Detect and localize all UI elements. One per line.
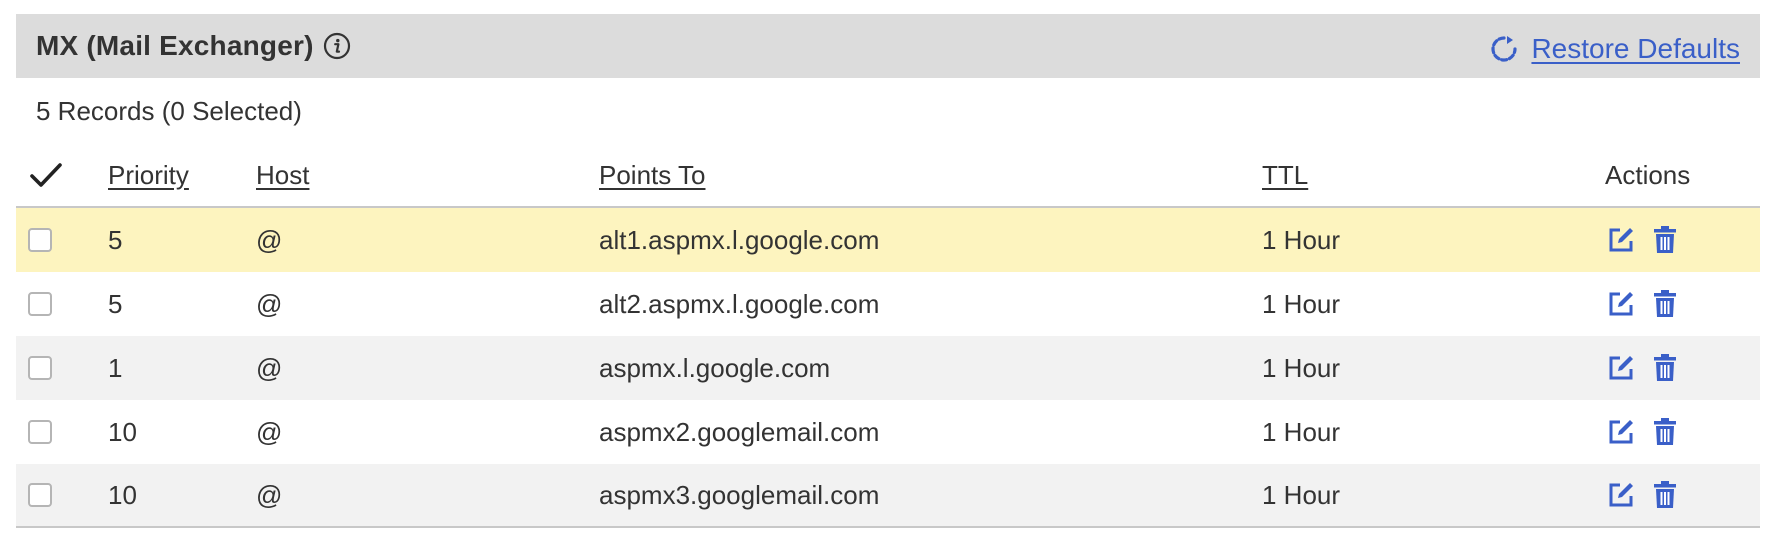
section-title-group: MX (Mail Exchanger)	[36, 30, 352, 62]
actions-cell	[1605, 288, 1760, 320]
points-to-cell: aspmx3.googlemail.com	[599, 479, 880, 510]
ttl-cell: 1 Hour	[1262, 288, 1341, 319]
column-header-priority[interactable]: Priority	[108, 160, 189, 190]
row-checkbox[interactable]	[28, 420, 52, 444]
mx-records-panel: MX (Mail Exchanger) Restore Defaults 5 R…	[16, 14, 1760, 528]
actions-cell	[1605, 416, 1760, 448]
edit-icon[interactable]	[1605, 416, 1637, 448]
select-all-cell	[16, 157, 108, 193]
column-header-points-to[interactable]: Points To	[599, 160, 705, 190]
row-checkbox[interactable]	[28, 483, 52, 507]
row-checkbox[interactable]	[28, 292, 52, 316]
restore-defaults-button[interactable]: Restore Defaults	[1489, 33, 1740, 65]
table-row: 5 @ alt2.aspmx.l.google.com 1 Hour	[16, 272, 1760, 336]
actions-cell	[1605, 224, 1760, 256]
points-to-cell: aspmx.l.google.com	[599, 352, 831, 383]
table-row: 10 @ aspmx3.googlemail.com 1 Hour	[16, 464, 1760, 528]
trash-icon[interactable]	[1649, 352, 1681, 384]
restore-defaults-link[interactable]: Restore Defaults	[1531, 33, 1740, 65]
column-header-host[interactable]: Host	[256, 160, 309, 190]
priority-cell: 1	[108, 352, 123, 383]
section-header: MX (Mail Exchanger) Restore Defaults	[16, 14, 1760, 78]
ttl-cell: 1 Hour	[1262, 479, 1341, 510]
edit-icon[interactable]	[1605, 479, 1637, 511]
points-to-cell: alt2.aspmx.l.google.com	[599, 288, 880, 319]
refresh-icon	[1489, 34, 1519, 64]
trash-icon[interactable]	[1649, 224, 1681, 256]
points-to-cell: alt1.aspmx.l.google.com	[599, 224, 880, 255]
info-icon[interactable]	[322, 31, 352, 61]
table-row: 10 @ aspmx2.googlemail.com 1 Hour	[16, 400, 1760, 464]
priority-cell: 5	[108, 288, 123, 319]
record-count: 5 Records (0 Selected)	[36, 95, 302, 126]
actions-cell	[1605, 352, 1760, 384]
points-to-cell: aspmx2.googlemail.com	[599, 416, 880, 447]
section-title: MX (Mail Exchanger)	[36, 30, 314, 61]
column-header-actions: Actions	[1605, 159, 1691, 190]
table-header: Priority Host Points To TTL Actions	[16, 144, 1760, 208]
host-cell: @	[256, 479, 283, 510]
ttl-cell: 1 Hour	[1262, 224, 1341, 255]
trash-icon[interactable]	[1649, 288, 1681, 320]
trash-icon[interactable]	[1649, 416, 1681, 448]
edit-icon[interactable]	[1605, 352, 1637, 384]
row-checkbox[interactable]	[28, 228, 52, 252]
host-cell: @	[256, 224, 283, 255]
trash-icon[interactable]	[1649, 479, 1681, 511]
row-checkbox[interactable]	[28, 356, 52, 380]
checkmark-icon[interactable]	[28, 157, 64, 193]
host-cell: @	[256, 352, 283, 383]
table-row: 1 @ aspmx.l.google.com 1 Hour	[16, 336, 1760, 400]
host-cell: @	[256, 288, 283, 319]
ttl-cell: 1 Hour	[1262, 416, 1341, 447]
edit-icon[interactable]	[1605, 288, 1637, 320]
priority-cell: 10	[108, 479, 137, 510]
table-row: 5 @ alt1.aspmx.l.google.com 1 Hour	[16, 208, 1760, 272]
records-table: Priority Host Points To TTL Actions 5 @ …	[16, 144, 1760, 528]
ttl-cell: 1 Hour	[1262, 352, 1341, 383]
actions-cell	[1605, 479, 1760, 511]
priority-cell: 10	[108, 416, 137, 447]
column-header-ttl[interactable]: TTL	[1262, 160, 1308, 190]
edit-icon[interactable]	[1605, 224, 1637, 256]
priority-cell: 5	[108, 224, 123, 255]
host-cell: @	[256, 416, 283, 447]
